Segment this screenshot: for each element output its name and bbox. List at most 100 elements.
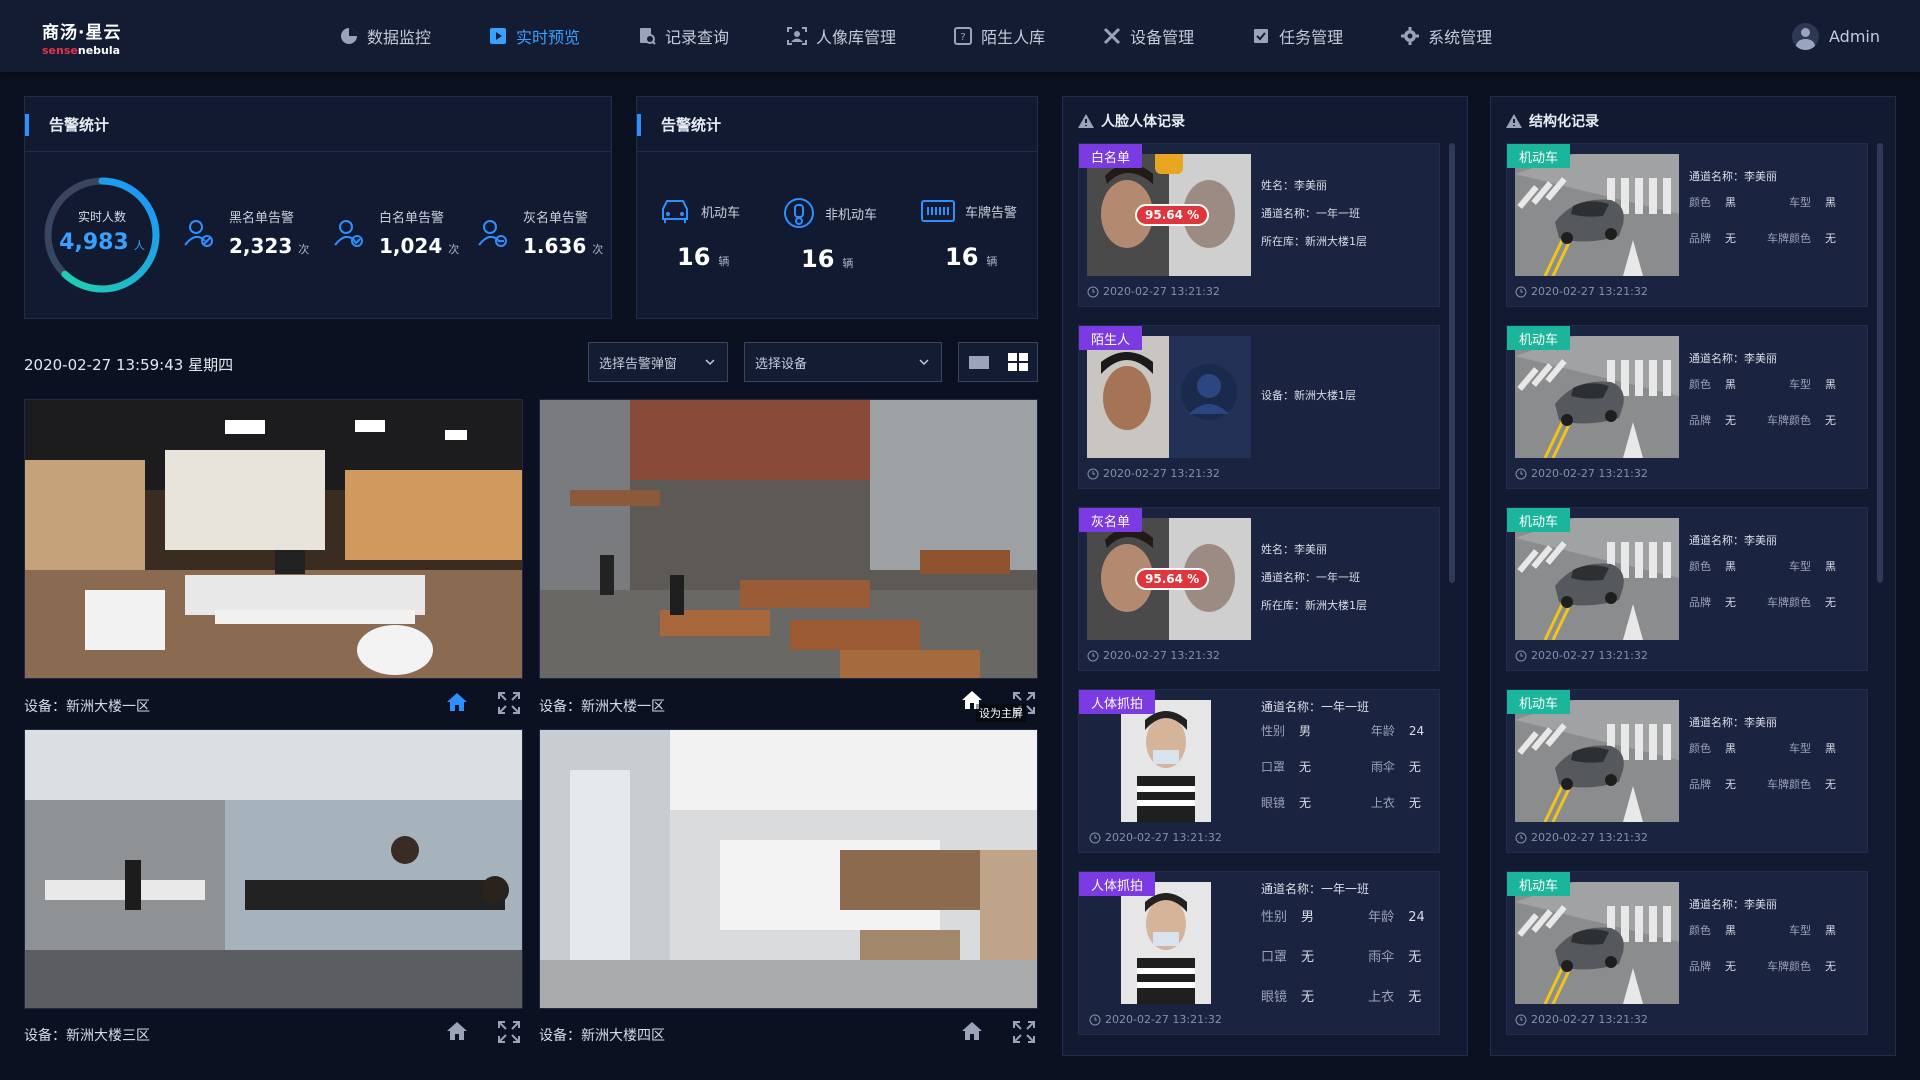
nav-item-record-query[interactable]: 记录查询 xyxy=(638,0,729,72)
nav-label: 陌生人库 xyxy=(981,28,1046,47)
nav-item-device-management[interactable]: 设备管理 xyxy=(1103,0,1194,72)
attr-row: 口罩无 雨伞无 xyxy=(1261,950,1422,965)
channel-name: 通道名称：李美丽 xyxy=(1689,170,1777,183)
vehicle-record-card[interactable]: 机动车 通道名称：李美丽 颜色黑 车型黑 品牌无 车牌颜色无 2020-02-2… xyxy=(1506,143,1868,307)
graylist-tag: 灰名单 xyxy=(1079,508,1143,532)
realtime-label: 实时人数 xyxy=(77,210,126,224)
alarm-stats-vehicle-panel: 告警统计 机动车 16 辆 非机动车 16 辆 车牌告警 16 辆 xyxy=(636,96,1038,319)
single-view-button[interactable] xyxy=(959,343,998,381)
record-search-icon xyxy=(640,28,656,45)
body-photo xyxy=(1121,882,1211,1004)
current-datetime: 2020-02-27 13:59:43 星期四 xyxy=(24,356,234,374)
stranger-tag: 陌生人 xyxy=(1079,326,1143,350)
nav-item-task-management[interactable]: 任务管理 xyxy=(1252,0,1343,72)
alarm-popup-select[interactable]: 选择告警弹窗 xyxy=(588,342,728,382)
realtime-value-row: 4,983 人 xyxy=(41,230,163,255)
record-timestamp: 2020-02-27 13:21:32 xyxy=(1089,1013,1222,1026)
vehicle-tag: 机动车 xyxy=(1507,872,1571,896)
vehicle-photo xyxy=(1515,700,1679,822)
home-icon[interactable] xyxy=(961,1021,983,1041)
single-screen-icon xyxy=(968,356,989,369)
channel-name: 通道名称：李美丽 xyxy=(1689,352,1777,365)
user-menu[interactable]: Admin xyxy=(1792,0,1880,72)
vehicle-record-card[interactable]: 机动车 通道名称：李美丽 颜色黑 车型黑 品牌无 车牌颜色无 2020-02-2… xyxy=(1506,689,1868,853)
nav-label: 实时预览 xyxy=(516,28,581,47)
fullscreen-icon[interactable] xyxy=(498,1021,520,1043)
graylist-alarm-stat: 灰名单告警 1.636 次 xyxy=(477,207,603,258)
body-photo xyxy=(1121,700,1211,822)
stat-unit: 辆 xyxy=(718,255,730,268)
device-select[interactable]: 选择设备 xyxy=(744,342,942,382)
nav-item-realtime-preview[interactable]: 实时预览 xyxy=(489,0,580,72)
scrollbar[interactable] xyxy=(1877,143,1883,583)
camera-feed-4[interactable] xyxy=(539,729,1038,1009)
home-icon[interactable] xyxy=(446,692,468,712)
vehicle-tag: 机动车 xyxy=(1507,508,1571,532)
scrollbar[interactable] xyxy=(1449,143,1455,583)
fullscreen-icon[interactable] xyxy=(1013,1021,1035,1043)
username: Admin xyxy=(1829,26,1880,46)
face-record-card[interactable]: 95.64 % 白名单 姓名：李美丽 通道名称：一年一班 所在库：新洲大楼1层 … xyxy=(1078,143,1440,307)
svg-text:?: ? xyxy=(960,32,965,43)
attr-row: 口罩无 雨伞无 xyxy=(1261,760,1421,774)
panel-title: 结构化记录 xyxy=(1505,111,1599,131)
clock-icon xyxy=(1087,468,1099,479)
plate-alarm-stat: 车牌告警 16 辆 xyxy=(921,197,1017,271)
nav-item-portrait-library[interactable]: 人像库管理 xyxy=(787,0,896,72)
stat-label: 灰名单告警 xyxy=(523,211,589,226)
vehicle-capture-image xyxy=(1515,518,1679,640)
vehicle-capture-image xyxy=(1515,154,1679,276)
vehicle-record-card[interactable]: 机动车 通道名称：李美丽 颜色黑 车型黑 品牌无 车牌颜色无 2020-02-2… xyxy=(1506,325,1868,489)
clock-icon xyxy=(1515,650,1527,661)
nav-item-data-monitor[interactable]: 数据监控 xyxy=(340,0,431,72)
nav-item-system-management[interactable]: 系统管理 xyxy=(1401,0,1492,72)
clock-icon xyxy=(1089,1014,1101,1025)
whitelist-badge-icon xyxy=(1155,154,1183,174)
body-capture-card[interactable]: 人体抓拍 通道名称：一年一班 性别男 年龄 24 口罩无 雨伞无 眼镜无 上衣无 … xyxy=(1078,871,1440,1035)
face-record-card[interactable]: 95.64 % 灰名单 姓名：李美丽 通道名称：一年一班 所在库：新洲大楼1层 … xyxy=(1078,507,1440,671)
nav-label: 记录查询 xyxy=(665,28,730,47)
attr-row: 性别男 年龄 24 xyxy=(1261,910,1425,925)
face-body-records-panel: 人脸人体记录 95.64 % 白名单 姓名：李美丽 通道名称：一年一班 所在库：… xyxy=(1062,96,1468,1056)
attr-row: 品牌无 车牌颜色无 xyxy=(1689,232,1836,245)
camera-feed-2[interactable] xyxy=(539,399,1038,679)
vehicle-record-card[interactable]: 机动车 通道名称：李美丽 颜色黑 车型黑 品牌无 车牌颜色无 2020-02-2… xyxy=(1506,871,1868,1035)
whitelist-tag: 白名单 xyxy=(1079,144,1143,168)
task-check-icon xyxy=(1254,29,1269,43)
vehicle-tag: 机动车 xyxy=(1507,690,1571,714)
body-capture-tag: 人体抓拍 xyxy=(1079,690,1156,714)
grid-view-button[interactable] xyxy=(998,343,1037,381)
nav-item-stranger-library[interactable]: ? 陌生人库 xyxy=(954,0,1045,72)
stat-unit: 辆 xyxy=(842,257,854,270)
clock-icon xyxy=(1515,468,1527,479)
clock-icon xyxy=(1089,832,1101,843)
office-scene-image xyxy=(25,400,522,678)
home-icon[interactable] xyxy=(446,1021,468,1041)
vehicle-photo xyxy=(1515,154,1679,276)
body-capture-image xyxy=(1121,882,1211,1004)
record-timestamp: 2020-02-27 13:21:32 xyxy=(1515,831,1648,844)
attr-row: 品牌无 车牌颜色无 xyxy=(1689,414,1836,427)
camera-device-label: 设备：新洲大楼一区 xyxy=(539,699,665,715)
channel-name: 通道名称：李美丽 xyxy=(1689,534,1777,547)
attr-row: 品牌无 车牌颜色无 xyxy=(1689,960,1836,973)
record-timestamp: 2020-02-27 13:21:32 xyxy=(1087,285,1220,298)
vehicle-record-card[interactable]: 机动车 通道名称：李美丽 颜色黑 车型黑 品牌无 车牌颜色无 2020-02-2… xyxy=(1506,507,1868,671)
warning-icon xyxy=(1506,114,1522,128)
channel-name: 通道名称：李美丽 xyxy=(1689,898,1777,911)
gear-icon xyxy=(1401,27,1420,45)
record-info: 姓名：李美丽 通道名称：一年一班 所在库：新洲大楼1层 xyxy=(1261,179,1367,248)
non-motor-vehicle-stat: 非机动车 16 辆 xyxy=(783,197,877,273)
person-check-icon xyxy=(334,219,363,247)
body-capture-card[interactable]: 人体抓拍 通道名称：一年一班 性别男 年龄 24 口罩无 雨伞无 眼镜无 上衣无 … xyxy=(1078,689,1440,853)
set-main-screen-tooltip: 设为主屏 xyxy=(976,704,1026,722)
realtime-count-ring: 实时人数 4,983 人 xyxy=(41,174,163,296)
fullscreen-icon[interactable] xyxy=(498,692,520,714)
attr-row: 眼镜无 上衣无 xyxy=(1261,796,1421,810)
vehicle-stat: 机动车 16 辆 xyxy=(659,197,740,271)
record-info: 姓名：李美丽 通道名称：一年一班 所在库：新洲大楼1层 xyxy=(1261,543,1367,612)
camera-feed-1[interactable] xyxy=(24,399,523,679)
camera-feed-3[interactable] xyxy=(24,729,523,1009)
stranger-record-card[interactable]: 陌生人 设备：新洲大楼1层 2020-02-27 13:21:32 xyxy=(1078,325,1440,489)
logo[interactable]: 商汤·星云 sensenebula xyxy=(42,18,132,57)
